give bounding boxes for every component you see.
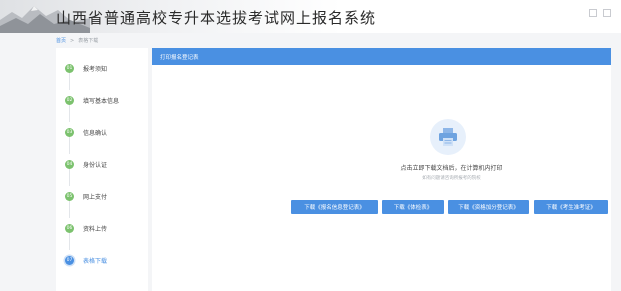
breadcrumb-home-link[interactable]: 首页 [56, 37, 66, 44]
download-registration-form-button[interactable]: 下载《报名信息登记表》 [291, 200, 378, 214]
step-label: 信息确认 [83, 129, 108, 137]
panel-header: 打印报名登记表 [152, 48, 611, 65]
step-number-badge: 01 [65, 63, 74, 73]
step-label: 表格下载 [83, 257, 108, 265]
step-number-badge: 02 [65, 95, 74, 105]
sidebar-step-payment[interactable]: 05 网上支付 [65, 190, 107, 202]
breadcrumb-separator: > [70, 37, 75, 44]
download-hint: 如有问题请咨询所报考的院校 [422, 176, 481, 181]
step-label: 网上支付 [83, 193, 108, 201]
panel-title: 打印报名登记表 [160, 54, 199, 61]
step-label: 报考须知 [83, 65, 108, 73]
window-controls [589, 9, 611, 17]
step-number-badge: 04 [65, 159, 74, 169]
main-panel: 打印报名登记表 点击立即下载文档后，在计算机内打印 如有问题请咨询所报考的院校 … [152, 48, 611, 291]
sidebar-step-download[interactable]: 07 表格下载 [65, 254, 107, 266]
sidebar-step-notice[interactable]: 01 报考须知 [65, 62, 107, 74]
step-number-badge: 05 [65, 191, 74, 201]
step-number-badge: 06 [65, 223, 74, 233]
app-header: 山西省普通高校专升本选拔考试网上报名系统 [0, 0, 621, 33]
maximize-icon[interactable] [603, 9, 611, 17]
printer-icon-circle [430, 119, 466, 155]
step-number-badge: 07 [65, 255, 74, 265]
download-bonus-form-button[interactable]: 下载《资格加分登记表》 [448, 200, 529, 214]
steps-sidebar: 01 报考须知 02 填写基本信息 03 信息确认 04 身份认证 05 网上支… [56, 48, 148, 291]
download-admission-ticket-button[interactable]: 下载《考生准考证》 [534, 200, 608, 214]
breadcrumb-current: 表格下载 [78, 38, 99, 44]
sidebar-step-basic-info[interactable]: 02 填写基本信息 [65, 94, 119, 106]
step-number-badge: 03 [65, 127, 74, 137]
printer-icon [439, 128, 457, 146]
app-title: 山西省普通高校专升本选拔考试网上报名系统 [56, 9, 377, 27]
sidebar-step-confirm[interactable]: 03 信息确认 [65, 126, 107, 138]
download-medical-form-button[interactable]: 下载《体检表》 [382, 200, 444, 214]
sidebar-step-identity[interactable]: 04 身份认证 [65, 158, 107, 170]
sidebar-step-upload[interactable]: 06 资料上传 [65, 222, 107, 234]
step-label: 填写基本信息 [83, 97, 120, 105]
step-label: 身份认证 [83, 161, 108, 169]
minimize-icon[interactable] [589, 9, 597, 17]
step-label: 资料上传 [83, 225, 108, 233]
breadcrumb: 首页 > 表格下载 [56, 37, 99, 45]
download-instruction: 点击立即下载文档后，在计算机内打印 [400, 165, 503, 172]
